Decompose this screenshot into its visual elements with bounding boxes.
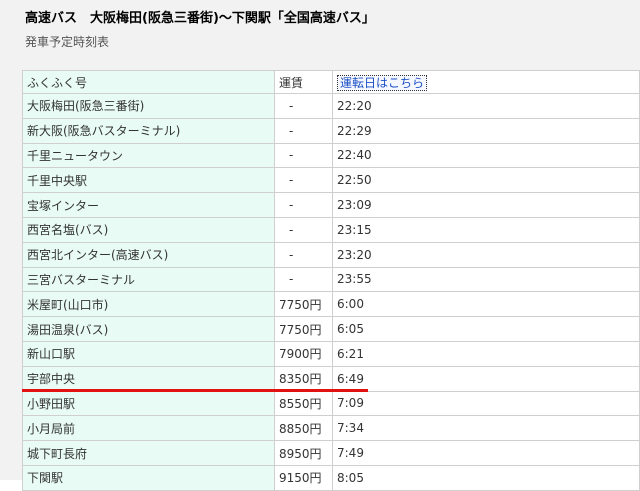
stop-name: 米屋町(山口市) xyxy=(22,291,275,318)
fare: - xyxy=(274,216,333,243)
timetable: ふくふく号 運賃 運転日はこちら 大阪梅田(阪急三番街) -22:20 新大阪(阪急… xyxy=(22,70,640,491)
table-row: 西宮名塩(バス) -23:15 xyxy=(22,216,640,243)
fare: 7750円 xyxy=(274,291,333,318)
fare: - xyxy=(274,266,333,293)
departure-time: 7:09 xyxy=(332,390,640,417)
stop-name: 小月局前 xyxy=(22,415,275,442)
page-title: 高速バス 大阪梅田(阪急三番街)〜下関駅「全国高速バス」 xyxy=(25,11,375,26)
fare: 8850円 xyxy=(274,415,333,442)
departure-time: 22:20 xyxy=(332,93,640,119)
departure-time: 23:55 xyxy=(332,266,640,293)
departure-time: 6:49 xyxy=(332,365,640,392)
fare: 8550円 xyxy=(274,390,333,417)
departure-time: 23:15 xyxy=(332,216,640,243)
stop-name: 小野田駅 xyxy=(22,390,275,417)
departure-time: 22:40 xyxy=(332,142,640,169)
departure-time: 7:49 xyxy=(332,440,640,466)
header-stop: ふくふく号 xyxy=(22,70,275,94)
stop-name: 新大阪(阪急バスターミナル) xyxy=(22,117,275,144)
table-row: 新山口駅 7900円 6:21 xyxy=(22,340,640,367)
fare: - xyxy=(274,167,333,194)
table-body: 大阪梅田(阪急三番街) -22:20 新大阪(阪急バスターミナル) -22:29 千里ニ… xyxy=(22,93,640,491)
table-row: 宇部中央 8350円 6:49 xyxy=(22,365,640,392)
departure-time: 7:34 xyxy=(332,415,640,442)
stop-name: 千里ニュータウン xyxy=(22,142,275,169)
red-underline xyxy=(22,389,368,392)
stop-name: 千里中央駅 xyxy=(22,167,275,194)
table-row: 米屋町(山口市) 7750円 6:00 xyxy=(22,291,640,318)
fare: 8950円 xyxy=(274,440,333,466)
table-row: 三宮バスターミナル -23:55 xyxy=(22,266,640,293)
header-fare: 運賃 xyxy=(274,70,333,94)
stop-name: 西宮名塩(バス) xyxy=(22,216,275,243)
stop-name: 宝塚インター xyxy=(22,192,275,218)
stop-name: 三宮バスターミナル xyxy=(22,266,275,293)
table-row: 新大阪(阪急バスターミナル) -22:29 xyxy=(22,117,640,144)
page-subtitle: 発車予定時刻表 xyxy=(25,35,110,49)
stop-name: 大阪梅田(阪急三番街) xyxy=(22,93,275,119)
title-bar: 高速バス 大阪梅田(阪急三番街)〜下関駅「全国高速バス」 xyxy=(0,0,640,28)
table-row: 大阪梅田(阪急三番街) -22:20 xyxy=(22,93,640,119)
fare: 7750円 xyxy=(274,316,333,342)
table-row: 千里中央駅 -22:50 xyxy=(22,167,640,194)
operating-days-link[interactable]: 運転日はこちら xyxy=(337,74,428,91)
table-row: 湯田温泉(バス) 7750円 6:05 xyxy=(22,316,640,342)
fare: - xyxy=(274,117,333,144)
table-row: 下関駅 9150円 8:05 xyxy=(22,464,640,491)
fare: 7900円 xyxy=(274,340,333,367)
departure-time: 6:21 xyxy=(332,340,640,367)
departure-time: 23:09 xyxy=(332,192,640,218)
fare: 9150円 xyxy=(274,464,333,491)
fare: - xyxy=(274,241,333,268)
stop-name: 湯田温泉(バス) xyxy=(22,316,275,342)
fare: - xyxy=(274,142,333,169)
departure-time: 23:20 xyxy=(332,241,640,268)
stop-name: 城下町長府 xyxy=(22,440,275,466)
stop-name: 宇部中央 xyxy=(22,365,275,392)
stop-name: 新山口駅 xyxy=(22,340,275,367)
fare: 8350円 xyxy=(274,365,333,392)
stop-name: 下関駅 xyxy=(22,464,275,491)
table-row: 千里ニュータウン -22:40 xyxy=(22,142,640,169)
departure-time: 8:05 xyxy=(332,464,640,491)
table-row: 西宮北インター(高速バス) -23:20 xyxy=(22,241,640,268)
table-row: 宝塚インター -23:09 xyxy=(22,192,640,218)
table-row: 小野田駅 8550円 7:09 xyxy=(22,390,640,417)
fare: - xyxy=(274,192,333,218)
departure-time: 6:05 xyxy=(332,316,640,342)
fare: - xyxy=(274,93,333,119)
departure-time: 6:00 xyxy=(332,291,640,318)
table-header-row: ふくふく号 運賃 運転日はこちら xyxy=(22,70,640,94)
table-row: 城下町長府 8950円 7:49 xyxy=(22,440,640,466)
stop-name: 西宮北インター(高速バス) xyxy=(22,241,275,268)
header-operating-days[interactable]: 運転日はこちら xyxy=(332,70,640,94)
table-row: 小月局前 8850円 7:34 xyxy=(22,415,640,442)
departure-time: 22:50 xyxy=(332,167,640,194)
departure-time: 22:29 xyxy=(332,117,640,144)
